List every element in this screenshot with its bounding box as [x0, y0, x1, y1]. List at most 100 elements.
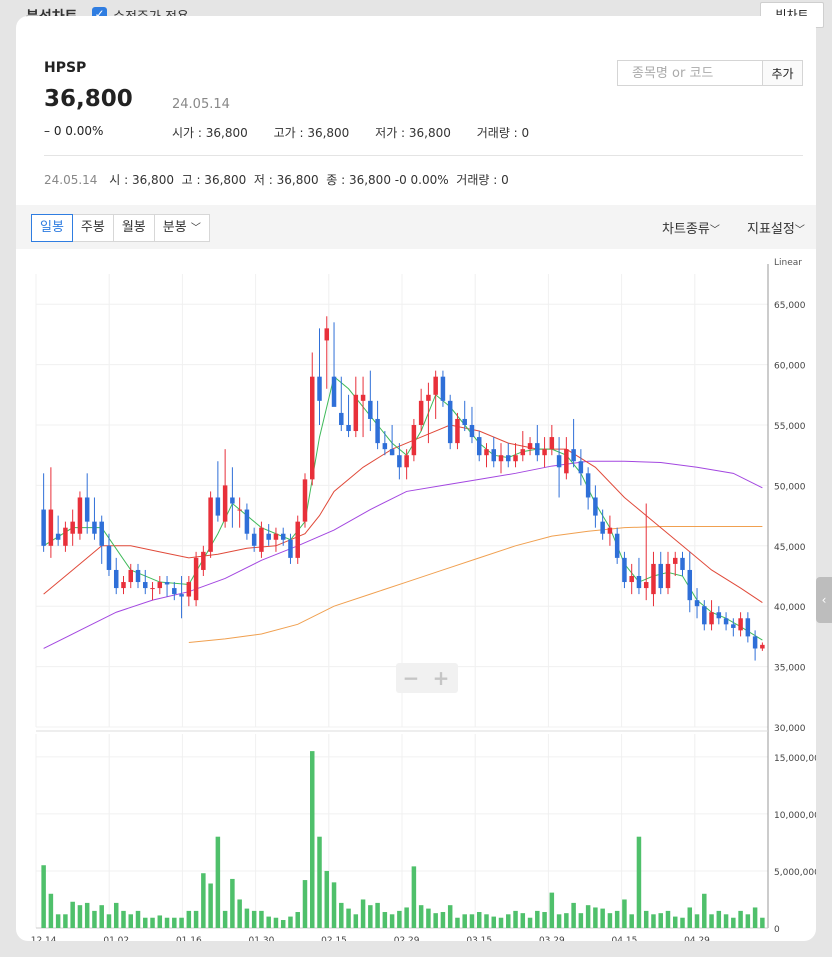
price-tick-label: 35,000	[774, 664, 806, 674]
zoom-out-button[interactable]: −	[396, 663, 426, 693]
candle-body	[520, 449, 526, 456]
volume-bar	[339, 902, 344, 928]
zoom-control: − +	[396, 663, 458, 693]
zoom-in-button[interactable]: +	[426, 663, 456, 693]
tab-weekly[interactable]: 주봉	[71, 214, 114, 242]
volume-bar	[353, 914, 359, 928]
chart-type-label: 차트종류	[662, 222, 710, 237]
volume-bar	[709, 914, 714, 928]
volume-bar	[77, 905, 83, 928]
add-button[interactable]: 추가	[763, 60, 803, 86]
candle-body	[752, 636, 758, 649]
date-tick-label: 03.15	[466, 936, 492, 941]
volume-bar	[643, 910, 649, 928]
volume-bar	[760, 917, 765, 928]
volume-bar	[564, 913, 569, 928]
volume-bar	[484, 914, 489, 928]
ma60-line	[43, 460, 763, 649]
price-chart[interactable]: 30,000 35,000 40,000 45,000 50,000 55,000 60,0…	[16, 249, 816, 941]
indicator-settings-dropdown[interactable]: 지표설정﹀	[747, 218, 805, 237]
candle-body	[535, 443, 540, 456]
price-axis: 30,000 35,000 40,000 45,000 50,000 55,000 60,0…	[774, 301, 806, 734]
candle-body	[266, 533, 271, 540]
candle-body	[643, 582, 649, 589]
candle-body	[41, 509, 46, 546]
volume-bar	[70, 901, 75, 928]
candle-body	[186, 582, 192, 597]
volume-bar	[375, 902, 380, 928]
volume-bar	[113, 902, 119, 928]
candle-body	[295, 521, 300, 558]
volume-bar	[84, 902, 90, 928]
date-tick-label: 02.29	[394, 936, 420, 941]
volume-bar	[520, 913, 526, 928]
candle-body	[208, 497, 213, 552]
tab-monthly[interactable]: 월봉	[112, 214, 155, 242]
ohlc-date: 24.05.14	[44, 173, 98, 187]
candle-body	[251, 533, 257, 546]
volume-bar	[143, 917, 148, 928]
volume-bar	[55, 914, 61, 928]
high-value: 고가 : 36,800	[273, 126, 350, 140]
candle-body	[578, 461, 584, 474]
chart-type-dropdown[interactable]: 차트종류﹀	[662, 218, 720, 237]
candle-body	[375, 418, 380, 444]
volume-bar	[324, 870, 330, 928]
candle-body	[629, 576, 634, 583]
price-tick-label: 30,000	[774, 724, 806, 734]
volume-tick-label: 5,000,000	[774, 868, 816, 878]
volume-value: 거래량 : 0	[476, 126, 530, 140]
tab-daily[interactable]: 일봉	[31, 214, 73, 242]
side-panel-toggle[interactable]: ‹	[816, 577, 832, 623]
candle-body	[426, 394, 431, 401]
header-values: 시가 : 36,800 고가 : 36,800 저가 : 36,800 거래량 …	[172, 124, 551, 141]
volume-bar	[418, 905, 424, 928]
moving-averages	[43, 375, 763, 649]
candle-body	[244, 509, 250, 534]
candle-body	[760, 644, 765, 649]
volume-bar	[411, 866, 417, 928]
volume-bar	[121, 910, 126, 928]
candle-body	[498, 455, 504, 462]
volume-bar	[498, 917, 504, 928]
candle-body	[172, 588, 177, 595]
volume-bar	[230, 878, 235, 928]
volume-bar	[694, 914, 700, 928]
volume-bar	[186, 910, 192, 928]
volume-bar	[273, 917, 279, 928]
volume-bar	[629, 914, 634, 928]
candle-body	[600, 521, 605, 534]
candle-body	[150, 588, 155, 590]
tab-minute[interactable]: 분봉 ﹀	[153, 214, 210, 242]
volume-bar	[208, 883, 213, 928]
volume-bar	[244, 908, 250, 928]
candle-body	[527, 443, 533, 450]
candle-body	[404, 455, 409, 468]
candle-body	[680, 557, 685, 570]
volume-bar	[331, 882, 337, 928]
candle-body	[665, 563, 671, 589]
volume-bar	[179, 917, 184, 928]
symbol-search-input[interactable]: 종목명 or 코드	[617, 60, 763, 86]
candle-body	[55, 533, 61, 540]
current-price: 36,800	[44, 86, 133, 112]
candle-body	[346, 425, 351, 432]
volume-bar	[542, 912, 547, 928]
volume-bar	[738, 910, 743, 928]
volume-bar	[48, 893, 54, 928]
indicator-label: 지표설정	[747, 222, 795, 237]
candle-body	[469, 425, 475, 438]
volume-bar	[462, 914, 467, 928]
chart-grid	[35, 264, 769, 929]
candle-body	[128, 569, 134, 583]
candle-body	[556, 455, 562, 468]
volume-bar	[549, 892, 555, 928]
volume-bar	[578, 913, 584, 928]
candle-body	[164, 582, 170, 585]
volume-bar	[607, 913, 613, 928]
volume-tick-label: 15,000,000	[774, 754, 816, 764]
volume-bar	[41, 865, 46, 928]
candle-body	[731, 624, 736, 628]
volume-bar	[556, 914, 562, 928]
candle-body	[302, 479, 308, 522]
